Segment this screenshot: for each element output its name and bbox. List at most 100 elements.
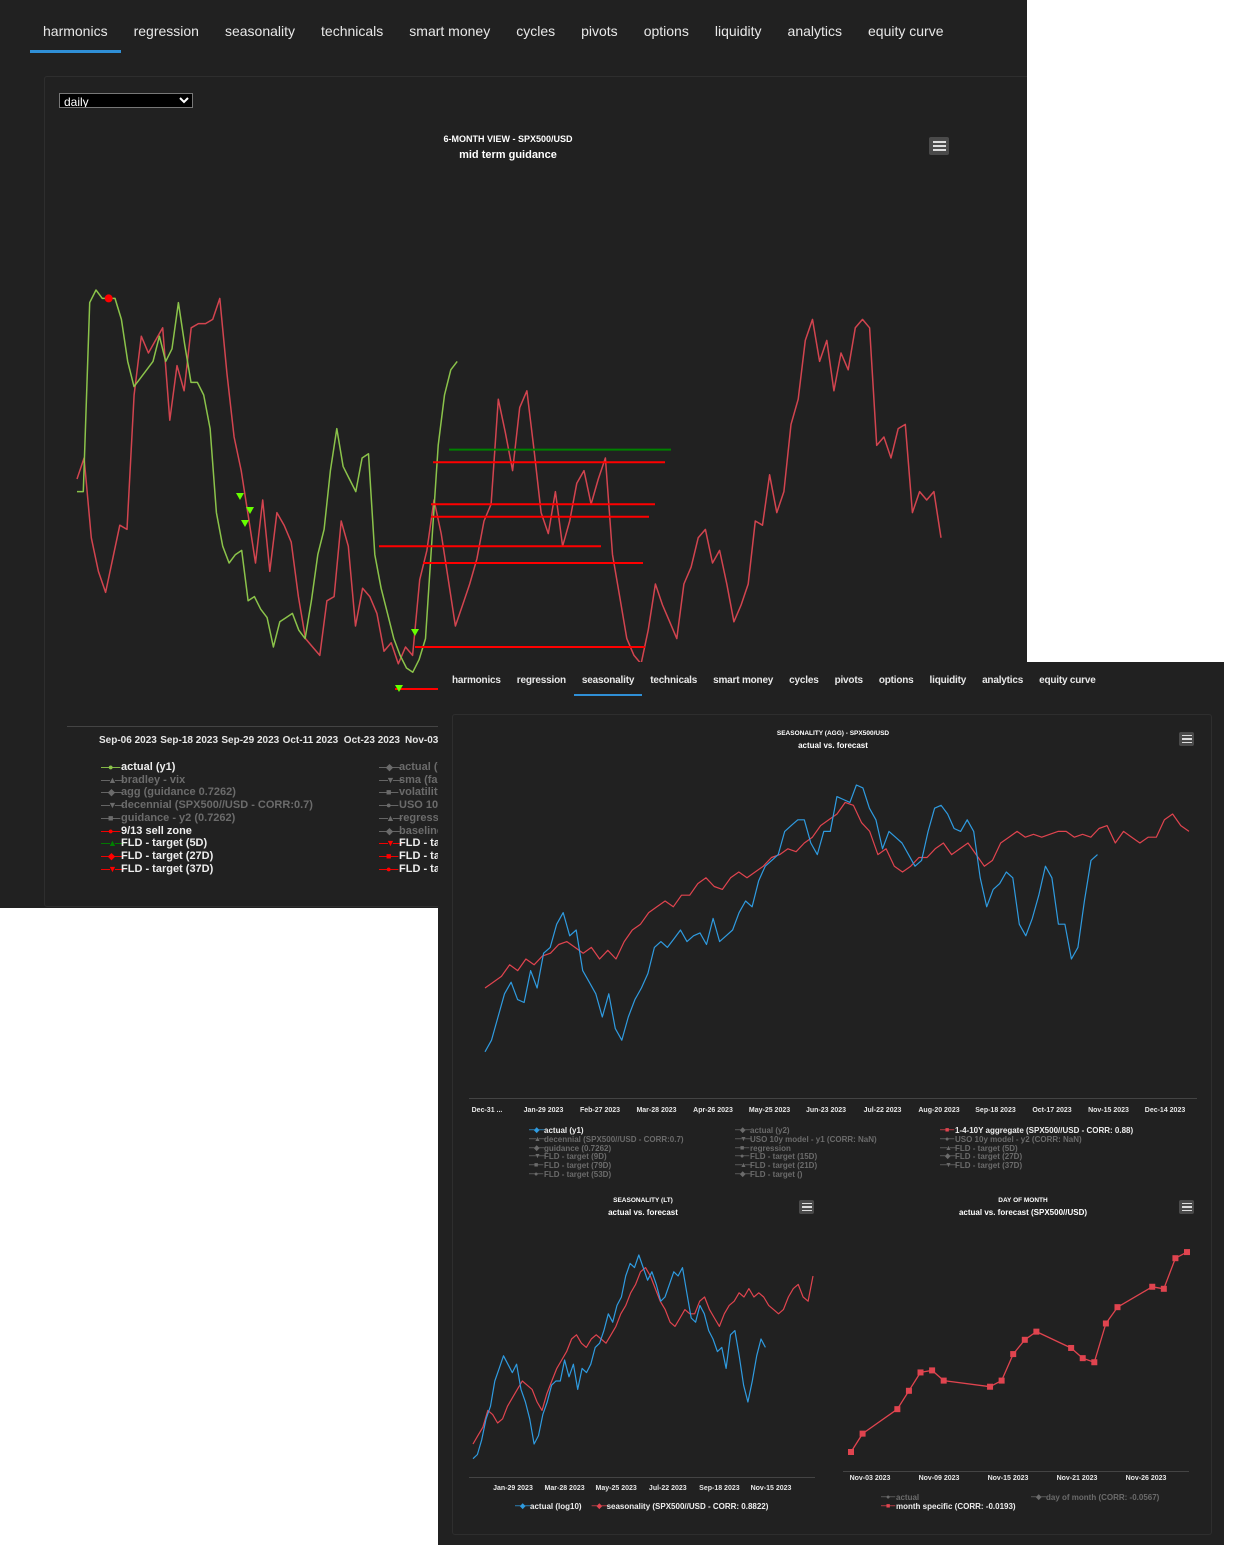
legend-item-fld-target-5d[interactable]: —▲— FLD - target (5D) bbox=[101, 837, 313, 850]
legend-item-decennial-spx500-usd-corr-0-7[interactable]: —▼— decennial (SPX500//USD - CORR:0.7) bbox=[101, 799, 313, 812]
data-point bbox=[1091, 1359, 1098, 1366]
legend-item-fld-target-27d[interactable]: —◆— FLD - target (27D) bbox=[101, 850, 313, 863]
tab-liquidity[interactable]: liquidity bbox=[922, 670, 975, 696]
main-chart-svg bbox=[76, 289, 942, 692]
legend-label: FLD - target (37D) bbox=[121, 862, 214, 875]
legend-item-day-of-month-corr-0-0567[interactable]: —◆— day of month (CORR: -0.0567) bbox=[1031, 1493, 1159, 1503]
legend-symbol-icon: —◆— bbox=[1031, 1494, 1046, 1501]
legend-label: sma (fas bbox=[399, 773, 444, 786]
x-tick-label: Nov-09 2023 bbox=[918, 1475, 960, 1482]
legend-symbol-icon: —●— bbox=[101, 762, 120, 772]
legend-item-month-specific-corr-0-0193[interactable]: —■— month specific (CORR: -0.0193) bbox=[881, 1501, 1016, 1512]
tab-regression[interactable]: regression bbox=[121, 14, 212, 53]
x-tick-label: Nov-21 2023 bbox=[1056, 1475, 1098, 1482]
legend-symbol-icon: —▼— bbox=[101, 800, 124, 811]
legend-label: FLD - ta bbox=[399, 837, 440, 850]
legend-label: actual (y1) bbox=[121, 761, 176, 773]
fld-marker-icon bbox=[241, 520, 249, 527]
tab-pivots[interactable]: pivots bbox=[827, 670, 871, 696]
legend-label: agg (guidance 0.7262) bbox=[121, 786, 236, 799]
tab-cycles[interactable]: cycles bbox=[503, 14, 568, 53]
legend-item-volatility[interactable]: —■— volatility bbox=[379, 786, 444, 799]
data-point bbox=[998, 1377, 1005, 1384]
tab-smart-money[interactable]: smart money bbox=[396, 14, 503, 53]
legend-symbol-icon: —▼— bbox=[379, 774, 402, 785]
legend-right: —◆— actual (y —▼— sma (fas —■— volatility —●— U… bbox=[379, 761, 444, 875]
x-tick-label: Nov-15 2023 bbox=[987, 1475, 1029, 1482]
tab-harmonics[interactable]: harmonics bbox=[30, 14, 121, 53]
legend-item-actual-y[interactable]: —◆— actual (y bbox=[379, 761, 444, 774]
tab-seasonality[interactable]: seasonality bbox=[212, 14, 308, 53]
legend-left: —●— actual (y1) —▲— bradley - vix —◆— agg (gu… bbox=[101, 761, 313, 875]
legend-item-agg-guidance-0-7262[interactable]: —◆— agg (guidance 0.7262) bbox=[101, 786, 313, 799]
legend-item-guidance-y2-0-7262[interactable]: —■— guidance - y2 (0.7262) bbox=[101, 812, 313, 825]
legend-item-fld-ta[interactable]: —■— FLD - ta bbox=[379, 850, 444, 863]
tab-analytics[interactable]: analytics bbox=[775, 14, 855, 53]
data-point bbox=[1021, 1336, 1028, 1343]
legend-label: baseline bbox=[399, 824, 444, 837]
x-tick-label: Nov-03 bbox=[405, 735, 439, 746]
tab-cycles[interactable]: cycles bbox=[781, 670, 826, 696]
x-tick-label: Sep-29 2023 bbox=[221, 735, 280, 746]
x-tick-label: Nov-03 2023 bbox=[849, 1475, 891, 1482]
legend-label: volatility bbox=[399, 786, 444, 799]
tab-options[interactable]: options bbox=[631, 14, 702, 53]
legend-item-fld-target-37d[interactable]: —▼— FLD - target (37D) bbox=[101, 863, 313, 876]
legend-symbol-icon: —▼— bbox=[101, 863, 124, 874]
legend-symbol-icon: —▼— bbox=[379, 838, 402, 849]
legend-label: FLD - ta bbox=[399, 862, 440, 875]
legend-symbol-icon: —■— bbox=[881, 1502, 895, 1510]
legend-label: month specific (CORR: -0.0193) bbox=[896, 1501, 1016, 1511]
series-line-actual-y1 bbox=[77, 289, 458, 673]
legend-item-sma-fas[interactable]: —▼— sma (fas bbox=[379, 774, 444, 787]
tab-technicals[interactable]: technicals bbox=[642, 670, 705, 696]
legend-symbol-icon: —◆— bbox=[101, 850, 122, 861]
dom-legend-col1: —●— actual —■— month specific (CORR: -0.019… bbox=[881, 1493, 1016, 1512]
tab-equity-curve[interactable]: equity curve bbox=[855, 14, 956, 53]
data-point bbox=[859, 1430, 866, 1437]
data-point bbox=[1010, 1351, 1017, 1358]
dom-legend-col2: —◆— day of month (CORR: -0.0567) bbox=[1031, 1493, 1159, 1503]
x-tick-label: Oct-11 2023 bbox=[282, 735, 339, 746]
data-point bbox=[1160, 1285, 1167, 1292]
data-point bbox=[894, 1406, 901, 1413]
tab-harmonics[interactable]: harmonics bbox=[444, 670, 509, 696]
data-point bbox=[940, 1377, 947, 1384]
legend-item-fld-ta[interactable]: —●— FLD - ta bbox=[379, 863, 444, 876]
tab-regression[interactable]: regression bbox=[509, 670, 574, 696]
legend-label: guidance - y2 (0.7262) bbox=[121, 811, 236, 824]
tab-bar: harmonics regression seasonality technicals… bbox=[30, 14, 957, 53]
legend-label: FLD - ta bbox=[399, 849, 440, 862]
tab-options[interactable]: options bbox=[871, 670, 922, 696]
legend-item-baseline[interactable]: —◆— baseline bbox=[379, 825, 444, 838]
data-point bbox=[1172, 1255, 1179, 1262]
legend-label: actual (y bbox=[399, 761, 444, 773]
sell-zone-point bbox=[104, 294, 113, 303]
x-tick-label: Oct-23 2023 bbox=[343, 735, 400, 746]
legend-item-uso-10y[interactable]: —●— USO 10y bbox=[379, 799, 444, 812]
legend-item-bradley-vix[interactable]: —▲— bradley - vix bbox=[101, 774, 313, 787]
legend-item-actual-y1[interactable]: —●— actual (y1) bbox=[101, 761, 313, 774]
legend-item-regressi[interactable]: —▲— regressi bbox=[379, 812, 444, 825]
data-point bbox=[1079, 1355, 1086, 1362]
tab-technicals[interactable]: technicals bbox=[308, 14, 396, 53]
tab-pivots[interactable]: pivots bbox=[568, 14, 631, 53]
legend-symbol-icon: —▲— bbox=[101, 774, 124, 785]
data-point bbox=[929, 1367, 936, 1374]
legend-item-9-13-sell-zone[interactable]: —●— 9/13 sell zone bbox=[101, 825, 313, 838]
tab-analytics[interactable]: analytics bbox=[974, 670, 1031, 696]
legend-item-fld-ta[interactable]: —▼— FLD - ta bbox=[379, 837, 444, 850]
tab-seasonality[interactable]: seasonality bbox=[573, 670, 643, 696]
legend-label: bradley - vix bbox=[121, 773, 186, 786]
legend-symbol-icon: —■— bbox=[101, 812, 120, 823]
series-line-forecast-guidance bbox=[76, 297, 942, 665]
dom-x-axis-line bbox=[843, 1471, 1189, 1472]
tab-liquidity[interactable]: liquidity bbox=[702, 14, 775, 53]
data-point bbox=[1102, 1320, 1109, 1327]
legend-symbol-icon: —◆— bbox=[379, 762, 400, 772]
tab-equity-curve[interactable]: equity curve bbox=[1031, 670, 1104, 696]
tab-smart-money[interactable]: smart money bbox=[705, 670, 781, 696]
data-point bbox=[905, 1387, 912, 1394]
x-tick-label: Nov-26 2023 bbox=[1125, 1475, 1167, 1482]
data-point bbox=[1184, 1249, 1190, 1256]
